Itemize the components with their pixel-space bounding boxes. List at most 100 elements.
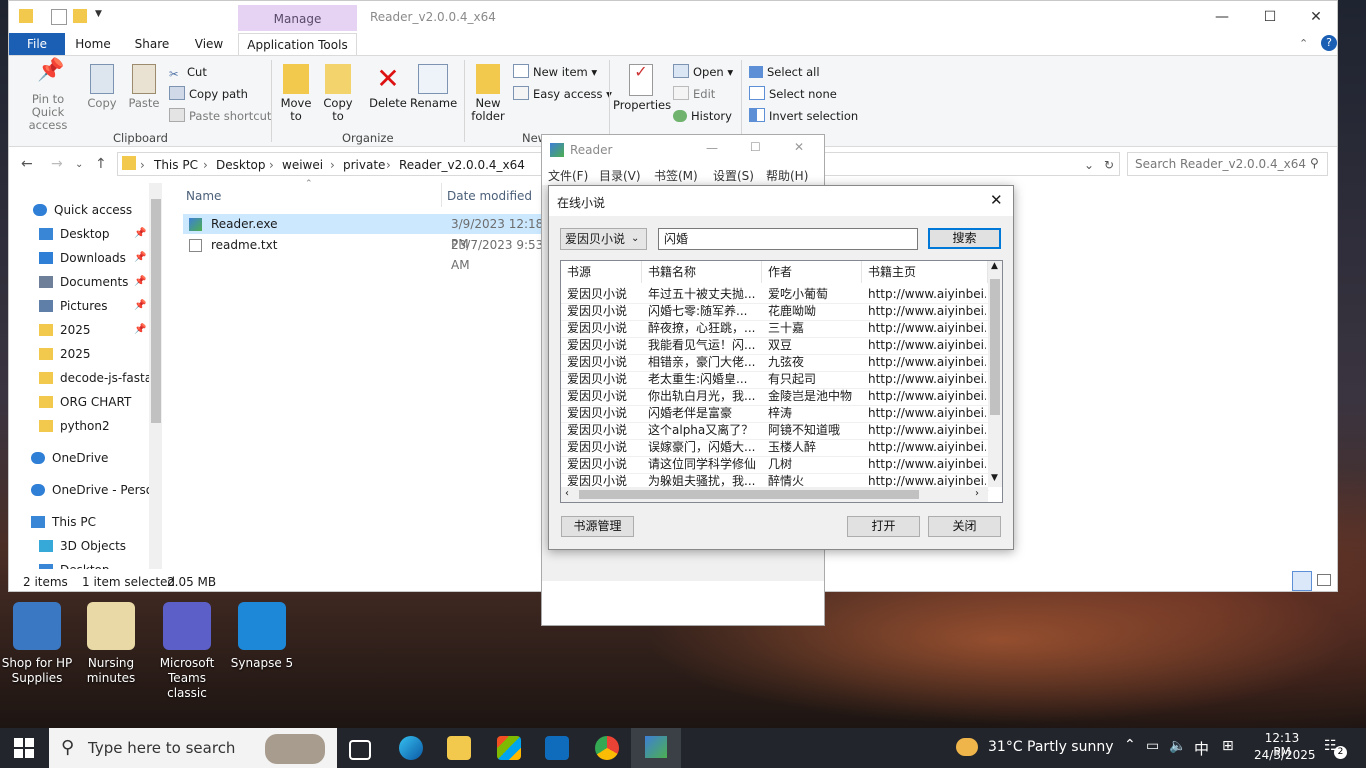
list-item[interactable]: 爱因贝小说 闪婚老伴是富豪 梓涛 http://www.aiyinbei.com (561, 405, 989, 423)
paste-button[interactable]: Paste (125, 64, 163, 110)
open-button[interactable]: Open ▾ (673, 64, 733, 80)
forward-icon[interactable]: → (51, 156, 63, 172)
close-dialog-button[interactable]: 关闭 (928, 516, 1001, 537)
chevron-down-icon[interactable]: ⌄ (75, 159, 83, 170)
back-icon[interactable]: ← (21, 156, 33, 172)
copy-to-button[interactable]: Copy to (319, 64, 357, 123)
list-item[interactable]: 爱因贝小说 我能看见气运！闪... 双豆 http://www.aiyinbei.co… (561, 337, 989, 355)
tab-view[interactable]: View (187, 33, 231, 55)
column-header-title[interactable]: 书籍名称 (642, 261, 762, 283)
desktop-shortcut[interactable]: Synapse 5 (224, 602, 300, 671)
chrome-icon[interactable] (595, 736, 619, 760)
properties-icon[interactable] (51, 9, 67, 25)
scroll-left-icon[interactable]: ‹ (565, 488, 569, 499)
desktop-shortcut[interactable]: Microsoft Teams classic (149, 602, 225, 701)
tab-file[interactable]: File (9, 33, 65, 55)
source-manage-button[interactable]: 书源管理 (561, 516, 634, 537)
paste-shortcut-button[interactable]: Paste shortcut (169, 108, 271, 124)
delete-button[interactable]: ✕ Delete (367, 64, 409, 110)
tab-application-tools[interactable]: Application Tools (238, 33, 357, 55)
file-row[interactable]: readme.txt 23/7/2023 9:53 AM (183, 235, 548, 272)
windows-start-icon[interactable] (14, 738, 34, 758)
breadcrumb-private[interactable]: private (343, 158, 385, 172)
select-all-button[interactable]: Select all (749, 64, 820, 80)
outlook-icon[interactable] (545, 736, 569, 760)
taskbar-search-input[interactable]: ⚲ Type here to search (49, 728, 337, 768)
move-to-button[interactable]: Move to (277, 64, 315, 123)
edit-button[interactable]: Edit (673, 86, 715, 102)
volume-icon[interactable]: 🔈 (1169, 738, 1186, 754)
list-item[interactable]: 爱因贝小说 误嫁豪门，闪婚大... 玉楼人醉 http://www.aiyinbei.… (561, 439, 989, 457)
history-button[interactable]: History (673, 108, 732, 124)
breadcrumb-desktop[interactable]: Desktop (216, 158, 266, 172)
open-button[interactable]: 打开 (847, 516, 920, 537)
chevron-down-icon[interactable]: ▼ (95, 9, 109, 23)
horizontal-scrollbar[interactable]: ‹ › (561, 487, 988, 502)
easy-access-button[interactable]: Easy access ▾ (513, 86, 612, 102)
keyboard-grid-icon[interactable]: ⊞ (1222, 738, 1234, 754)
list-item[interactable]: 爱因贝小说 醉夜撩，心狂跳，... 三十嘉 http://www.aiyinbei.c… (561, 320, 989, 338)
column-header-source[interactable]: 书源 (561, 261, 642, 283)
minimize-button[interactable]: — (706, 141, 718, 155)
edge-icon[interactable] (399, 736, 423, 760)
scrollbar-thumb[interactable] (990, 279, 1000, 415)
column-header-date[interactable]: Date modified (447, 189, 532, 203)
list-item[interactable]: 爱因贝小说 老太重生:闪婚皇... 有只起司 http://www.aiyinbei.… (561, 371, 989, 389)
scroll-right-icon[interactable]: › (975, 488, 979, 499)
column-header-name[interactable]: Name (186, 189, 221, 203)
ime-indicator[interactable]: 中 (1194, 738, 1209, 759)
list-item[interactable]: 爱因贝小说 这个alpha又离了？ 阿镜不知道哦 http://www.aiyinbe… (561, 422, 989, 440)
desktop-shortcut[interactable]: Nursing minutes (73, 602, 149, 686)
list-item[interactable]: 爱因贝小说 闪婚七零:随军养... 花鹿呦呦 http://www.aiyinbei.… (561, 303, 989, 321)
source-select[interactable]: 爱因贝小说 ⌄ (560, 228, 647, 250)
chevron-up-icon[interactable]: ⌃ (1124, 737, 1136, 753)
scrollbar[interactable] (149, 183, 162, 569)
pin-quick-access-button[interactable]: 📌 Pin to Quick access (15, 60, 81, 132)
new-item-button[interactable]: New item ▾ (513, 64, 597, 80)
new-folder-icon[interactable] (73, 9, 87, 23)
file-explorer-icon[interactable] (447, 736, 471, 760)
breadcrumb-current[interactable]: Reader_v2.0.0.4_x64 (399, 158, 525, 172)
select-none-button[interactable]: Select none (749, 86, 837, 102)
file-row[interactable]: Reader.exe 3/9/2023 12:18 PM (183, 214, 548, 251)
new-folder-button[interactable]: New folder (469, 64, 507, 123)
breadcrumb-weiwei[interactable]: weiwei (282, 158, 323, 172)
refresh-icon[interactable]: ↻ (1104, 158, 1114, 172)
breadcrumb-this-pc[interactable]: This PC (154, 158, 198, 172)
close-button[interactable]: ✕ (1293, 5, 1339, 29)
details-view-icon[interactable] (1292, 571, 1312, 591)
list-item[interactable]: 爱因贝小说 相错亲，豪门大佬... 九弦夜 http://www.aiyinbei.c… (561, 354, 989, 372)
list-item[interactable]: 爱因贝小说 你出轨白月光，我... 金陵岂是池中物 http://www.aiyinb… (561, 388, 989, 406)
maximize-button[interactable]: ☐ (750, 140, 761, 154)
close-button[interactable]: ✕ (990, 191, 1003, 209)
large-icons-view-icon[interactable] (1317, 574, 1331, 586)
weather-text[interactable]: 31°C Partly sunny (988, 739, 1114, 755)
minimize-button[interactable]: — (1199, 5, 1245, 29)
copy-button[interactable]: Copy (83, 64, 121, 110)
network-icon[interactable]: ▭ (1146, 738, 1159, 754)
menu-settings[interactable]: 设置(S) (713, 167, 754, 184)
properties-button[interactable]: ✓ Properties (613, 64, 671, 112)
vertical-scrollbar[interactable]: ▲ ▼ (988, 261, 1002, 487)
menu-bookmarks[interactable]: 书签(M) (654, 167, 698, 184)
invert-selection-button[interactable]: Invert selection (749, 108, 858, 124)
desktop-shortcut[interactable]: Shop for HP Supplies (0, 602, 75, 686)
rename-button[interactable]: Rename (410, 64, 457, 110)
reader-taskbar-button[interactable] (631, 728, 681, 768)
tab-share[interactable]: Share (131, 33, 173, 55)
up-icon[interactable]: ↑ (95, 156, 107, 172)
cut-button[interactable]: ✂ Cut (169, 64, 207, 81)
collapse-ribbon-icon[interactable]: ⌃ (1299, 37, 1308, 50)
manage-tab[interactable]: Manage (238, 5, 357, 31)
search-query-input[interactable]: 闪婚 (658, 228, 918, 250)
clock-date[interactable]: 24/3/2025 (1254, 748, 1316, 762)
scroll-up-icon[interactable]: ▲ (991, 261, 998, 271)
search-input[interactable]: Search Reader_v2.0.0.4_x64 ⚲ (1127, 152, 1328, 176)
weather-icon[interactable] (956, 738, 978, 756)
column-header-homepage[interactable]: 书籍主页 (862, 261, 988, 283)
menu-file[interactable]: 文件(F) (548, 167, 588, 184)
copy-path-button[interactable]: Copy path (169, 86, 248, 102)
chevron-down-icon[interactable]: ⌄ (1084, 158, 1094, 172)
column-header-author[interactable]: 作者 (762, 261, 862, 283)
store-icon[interactable] (497, 736, 521, 760)
